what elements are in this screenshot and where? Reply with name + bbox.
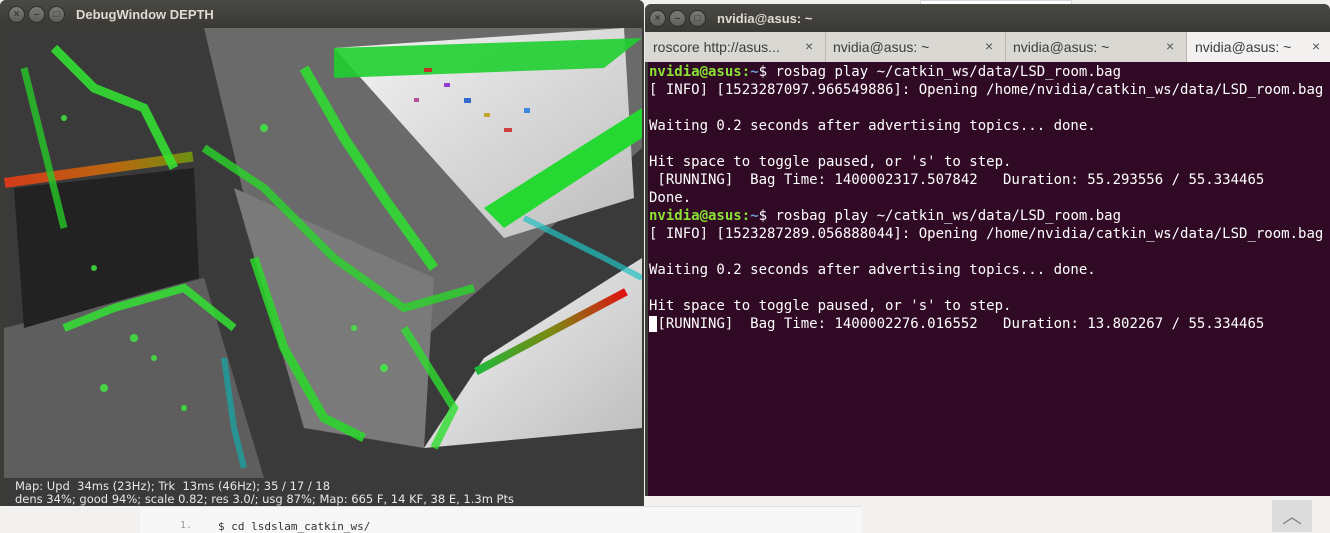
code-block: 1. $ cd lsdslam_catkin_ws/ xyxy=(140,506,862,533)
terminal-output[interactable]: nvidia@asus:~$ rosbag play ~/catkin_ws/d… xyxy=(648,62,1330,496)
terminal-line: [RUNNING] Bag Time: 1400002276.016552 Du… xyxy=(649,315,1264,333)
tab-terminal-4-active[interactable]: nvidia@asus: ~ × xyxy=(1187,32,1330,62)
close-button[interactable]: × xyxy=(649,10,666,27)
line-text: $ rosbag play ~/catkin_ws/data/LSD_room.… xyxy=(758,64,1122,80)
maximize-icon: □ xyxy=(694,13,701,24)
tab-terminal-3[interactable]: nvidia@asus: ~ × xyxy=(1005,32,1187,62)
line-text: [ INFO] [1523287289.056888044]: Opening … xyxy=(649,226,1324,242)
maximize-icon: □ xyxy=(53,9,60,20)
depth-point-cloud-image xyxy=(4,28,642,478)
minimize-icon: – xyxy=(674,13,681,24)
terminal-tab-bar: roscore http://asus... × nvidia@asus: ~ … xyxy=(645,32,1330,62)
line-text: Done. xyxy=(649,190,692,206)
scroll-to-top-button[interactable]: ︿ xyxy=(1272,500,1312,532)
prompt-user: nvidia@asus xyxy=(649,64,742,80)
code-command: $ cd lsdslam_catkin_ws/ xyxy=(218,520,371,533)
code-line-number: 1. xyxy=(180,520,193,531)
tab-close-icon[interactable]: × xyxy=(1312,38,1320,54)
tab-label: nvidia@asus: ~ xyxy=(1013,39,1110,55)
terminal-line: Waiting 0.2 seconds after advertising to… xyxy=(649,117,1096,135)
background-sidebar xyxy=(862,496,1330,532)
terminal-line: [ INFO] [1523287289.056888044]: Opening … xyxy=(649,225,1323,243)
line-text: Waiting 0.2 seconds after advertising to… xyxy=(649,118,1096,134)
maximize-button[interactable]: □ xyxy=(48,6,65,23)
line-text: [RUNNING] Bag Time: 1400002317.507842 Du… xyxy=(649,172,1265,188)
debug-window-titlebar[interactable]: × – □ DebugWindow DEPTH xyxy=(0,0,644,28)
prompt-path: ~ xyxy=(750,64,759,80)
status-line-2: dens 34%; good 94%; scale 0.82; res 3.0/… xyxy=(15,492,514,506)
prompt-path: ~ xyxy=(750,208,759,224)
line-text: Waiting 0.2 seconds after advertising to… xyxy=(649,262,1096,278)
close-icon: × xyxy=(654,13,661,24)
terminal-titlebar[interactable]: × – □ nvidia@asus: ~ xyxy=(645,4,1330,32)
prompt-separator: : xyxy=(741,64,751,80)
close-button[interactable]: × xyxy=(8,6,25,23)
chevron-up-icon: ︿ xyxy=(1282,504,1302,528)
debug-window: × – □ DebugWindow DEPTH Map: Upd 34ms (2… xyxy=(0,0,644,506)
terminal-line: [RUNNING] Bag Time: 1400002317.507842 Du… xyxy=(649,171,1264,189)
minimize-button[interactable]: – xyxy=(669,10,686,27)
terminal-window: × – □ nvidia@asus: ~ roscore http://asus… xyxy=(645,4,1330,496)
terminal-line: nvidia@asus:~$ rosbag play ~/catkin_ws/d… xyxy=(649,63,1121,81)
prompt-user: nvidia@asus xyxy=(649,208,742,224)
line-text: Hit space to toggle paused, or 's' to st… xyxy=(649,298,1012,314)
debug-status-bar: Map: Upd 34ms (23Hz); Trk 13ms (46Hz); 3… xyxy=(4,478,642,506)
line-text: Hit space to toggle paused, or 's' to st… xyxy=(649,154,1012,170)
tab-close-icon[interactable]: × xyxy=(985,38,993,54)
tab-close-icon[interactable]: × xyxy=(1166,38,1174,54)
line-text: $ rosbag play ~/catkin_ws/data/LSD_room.… xyxy=(758,208,1122,224)
window-title: nvidia@asus: ~ xyxy=(717,11,813,26)
tab-label: roscore http://asus... xyxy=(653,39,780,55)
line-text: [ INFO] [1523287097.966549886]: Opening … xyxy=(649,82,1324,98)
line-text: [RUNNING] Bag Time: 1400002276.016552 Du… xyxy=(657,316,1265,332)
terminal-line: Hit space to toggle paused, or 's' to st… xyxy=(649,153,1011,171)
tab-terminal-2[interactable]: nvidia@asus: ~ × xyxy=(825,32,1006,62)
tab-label: nvidia@asus: ~ xyxy=(1195,39,1292,55)
terminal-line: Done. xyxy=(649,189,691,207)
tab-roscore[interactable]: roscore http://asus... × xyxy=(645,32,826,62)
terminal-line: nvidia@asus:~$ rosbag play ~/catkin_ws/d… xyxy=(649,207,1121,225)
terminal-line: Hit space to toggle paused, or 's' to st… xyxy=(649,297,1011,315)
terminal-line: Waiting 0.2 seconds after advertising to… xyxy=(649,261,1096,279)
maximize-button[interactable]: □ xyxy=(689,10,706,27)
prompt-separator: : xyxy=(741,208,751,224)
status-line-1: Map: Upd 34ms (23Hz); Trk 13ms (46Hz); 3… xyxy=(15,479,331,493)
depth-map-view[interactable] xyxy=(4,28,642,478)
terminal-line: [ INFO] [1523287097.966549886]: Opening … xyxy=(649,81,1323,99)
tab-label: nvidia@asus: ~ xyxy=(833,39,930,55)
close-icon: × xyxy=(13,9,20,20)
minimize-button[interactable]: – xyxy=(28,6,45,23)
minimize-icon: – xyxy=(33,9,40,20)
window-title: DebugWindow DEPTH xyxy=(76,7,214,22)
tab-close-icon[interactable]: × xyxy=(805,38,813,54)
